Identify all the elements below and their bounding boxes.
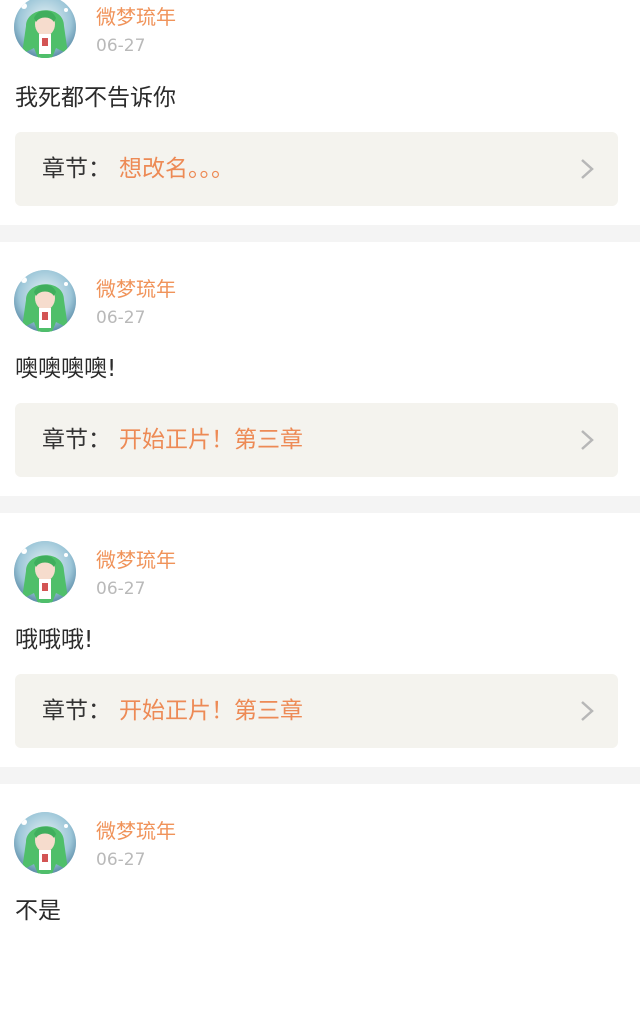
chapter-link[interactable]: 章节： 开始正片！第三章 (15, 674, 618, 748)
username[interactable]: 微梦琉年 (96, 820, 176, 842)
username[interactable]: 微梦琉年 (96, 278, 176, 300)
comment-card: 微梦琉年 06-27 不是 (0, 784, 640, 1009)
comment-date: 06-27 (96, 308, 146, 328)
anime-girl-avatar-icon (14, 812, 76, 874)
separator (0, 225, 640, 242)
chapter-title: 想改名。。。 (119, 156, 234, 182)
chevron-right-icon (581, 159, 594, 179)
chapter-link[interactable]: 章节： 想改名。。。 (15, 132, 618, 206)
comment-card: 微梦琉年 06-27 哦哦哦! 章节： 开始正片！第三章 (0, 513, 640, 748)
chapter-prefix: 章节： (42, 427, 111, 453)
anime-girl-avatar-icon (14, 541, 76, 603)
chevron-right-icon (581, 430, 594, 450)
avatar[interactable] (14, 270, 76, 332)
avatar[interactable] (14, 812, 76, 874)
comment-date: 06-27 (96, 36, 146, 56)
comment-date: 06-27 (96, 850, 146, 870)
chapter-prefix: 章节： (42, 698, 111, 724)
comment-card: 微梦琉年 06-27 我死都不告诉你 章节： 想改名。。。 (0, 0, 640, 225)
comment-card: 微梦琉年 06-27 噢噢噢噢! 章节： 开始正片！第三章 (0, 242, 640, 477)
separator (0, 767, 640, 784)
username[interactable]: 微梦琉年 (96, 549, 176, 571)
chapter-title: 开始正片！第三章 (119, 698, 303, 724)
username[interactable]: 微梦琉年 (96, 6, 176, 28)
comment-text: 不是 (15, 898, 61, 924)
anime-girl-avatar-icon (14, 0, 76, 58)
chapter-prefix: 章节： (42, 156, 111, 182)
separator (0, 496, 640, 513)
comment-text: 噢噢噢噢! (15, 356, 117, 382)
comment-text: 我死都不告诉你 (15, 85, 176, 111)
chapter-title: 开始正片！第三章 (119, 427, 303, 453)
comment-date: 06-27 (96, 579, 146, 599)
chapter-link[interactable]: 章节： 开始正片！第三章 (15, 403, 618, 477)
avatar[interactable] (14, 541, 76, 603)
anime-girl-avatar-icon (14, 270, 76, 332)
chevron-right-icon (581, 701, 594, 721)
comment-text: 哦哦哦! (15, 627, 94, 653)
avatar[interactable] (14, 0, 76, 58)
